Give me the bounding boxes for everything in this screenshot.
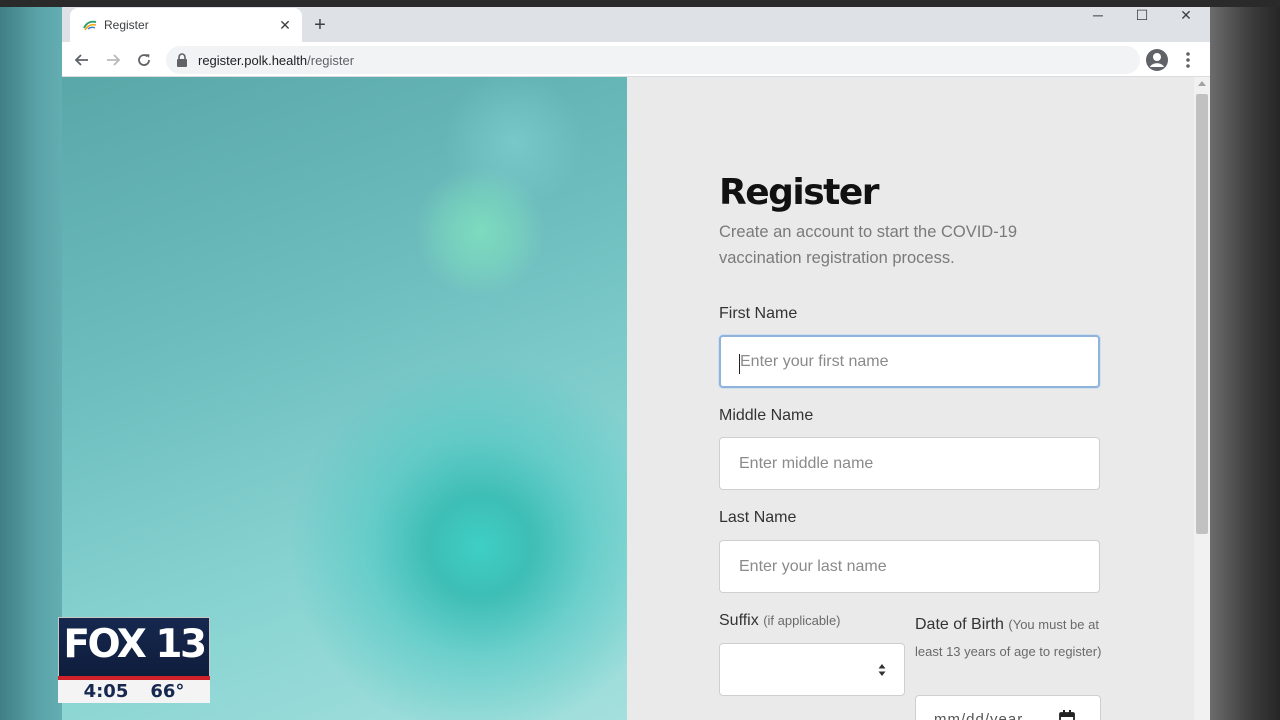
page-content: Register Create an account to start the …: [62, 77, 1210, 720]
screen-edge-top: [0, 0, 1280, 7]
tab-strip: Register ✕ + ─ ☐ ✕: [62, 7, 1210, 42]
new-tab-button[interactable]: +: [308, 13, 332, 37]
reload-button[interactable]: [131, 47, 157, 73]
select-arrows-icon: [878, 664, 886, 676]
polk-health-favicon: [83, 20, 97, 31]
browser-window: Register ✕ + ─ ☐ ✕ register.polk.health/…: [62, 7, 1210, 720]
lock-icon: [177, 53, 187, 67]
register-form-panel: Register Create an account to start the …: [627, 77, 1194, 720]
url-host: register.polk.health: [198, 53, 308, 68]
back-button[interactable]: [69, 47, 95, 73]
dob-placeholder: mm/dd/year: [934, 711, 1024, 720]
suffix-label-text: Suffix: [719, 612, 759, 629]
scroll-up-arrow[interactable]: [1198, 81, 1206, 86]
fox13-logo-box: FOX 13: [58, 617, 210, 677]
middle-name-input[interactable]: [719, 437, 1100, 490]
dob-label: Date of Birth (You must be at least 13 y…: [915, 611, 1105, 665]
broadcast-temperature: 66°: [150, 681, 185, 702]
text-caret: [739, 354, 740, 374]
screen-edge-left: [0, 0, 62, 720]
tab-close-icon[interactable]: ✕: [276, 16, 294, 34]
page-scrollbar[interactable]: [1194, 77, 1210, 720]
scroll-thumb[interactable]: [1196, 94, 1208, 534]
back-arrow-icon: [74, 54, 88, 66]
last-name-label: Last Name: [719, 509, 797, 526]
middle-name-label: Middle Name: [719, 407, 814, 424]
first-name-input[interactable]: [719, 335, 1100, 388]
first-name-label: First Name: [719, 305, 798, 322]
address-bar[interactable]: register.polk.health/register: [166, 46, 1140, 74]
suffix-hint: (if applicable): [763, 613, 841, 628]
browser-toolbar: register.polk.health/register: [62, 42, 1210, 77]
minimize-button[interactable]: ─: [1076, 7, 1120, 25]
screen-edge-right: [1210, 0, 1280, 720]
url-path: /register: [307, 53, 355, 68]
dob-label-text: Date of Birth: [915, 616, 1004, 633]
tab-title: Register: [104, 18, 149, 32]
page-subtitle: Create an account to start the COVID-19 …: [719, 223, 1018, 267]
suffix-select[interactable]: [719, 643, 905, 696]
close-window-button[interactable]: ✕: [1164, 7, 1208, 25]
page-title: Register: [719, 172, 880, 213]
forward-button[interactable]: [100, 47, 126, 73]
fox13-info-bar: 4:05 66°: [58, 680, 210, 703]
tab-register[interactable]: Register ✕: [70, 8, 302, 42]
kebab-menu-icon[interactable]: [1180, 50, 1196, 70]
account-icon[interactable]: [1145, 48, 1169, 72]
suffix-label: Suffix (if applicable): [719, 612, 841, 630]
maximize-button[interactable]: ☐: [1120, 7, 1164, 25]
calendar-icon[interactable]: [1059, 710, 1075, 720]
last-name-input[interactable]: [719, 540, 1100, 593]
broadcast-time: 4:05: [83, 681, 129, 702]
url-text: register.polk.health/register: [198, 53, 354, 68]
fox13-station-bug: FOX 13 4:05 66°: [58, 617, 210, 703]
fox13-logo: FOX 13: [63, 622, 207, 667]
dob-input[interactable]: mm/dd/year: [915, 695, 1101, 720]
forward-arrow-icon: [107, 54, 121, 66]
reload-icon: [138, 54, 150, 66]
